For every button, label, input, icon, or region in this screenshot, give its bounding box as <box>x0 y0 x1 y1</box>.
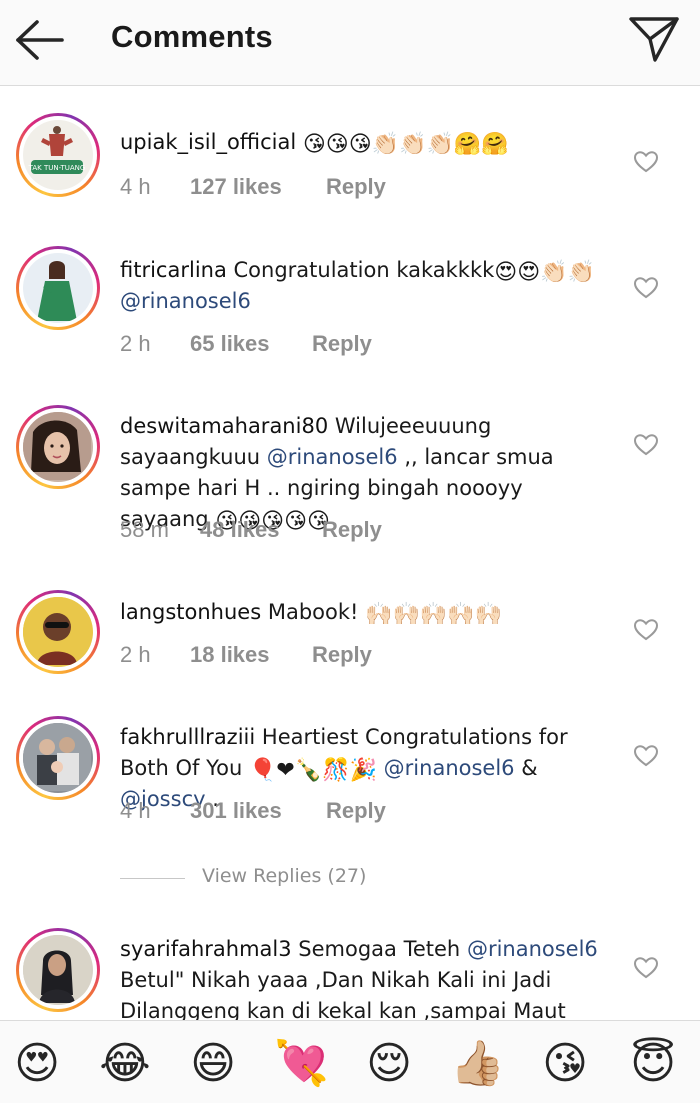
paper-plane-icon <box>629 17 679 62</box>
comment-emojis: 😘😘😘👏🏻👏🏻👏🏻🤗🤗 <box>302 132 509 157</box>
comment-username[interactable]: deswitamaharani80 <box>120 414 328 438</box>
emoji-quick-bar: 😍 😂 😄 💘 😌 👍🏼 😘 😇 <box>0 1020 700 1103</box>
view-replies-divider <box>120 878 185 879</box>
avatar[interactable] <box>16 246 100 330</box>
comment-likes[interactable]: 18 likes <box>190 640 270 670</box>
comment-body: Semogaa Teteh <box>298 937 461 961</box>
avatar[interactable] <box>16 716 100 800</box>
comment-time: 2 h <box>120 642 151 667</box>
comment-likes[interactable]: 48 likes <box>200 515 280 545</box>
arrow-left-icon <box>16 20 64 60</box>
comment-text: fitricarlina Congratulation kakakkkk😍😍👏🏻… <box>120 255 610 317</box>
view-replies-label: View Replies (27) <box>202 865 367 887</box>
heart-icon[interactable] <box>633 618 659 642</box>
comment-body: Mabook! <box>267 600 359 624</box>
heart-icon[interactable] <box>633 150 659 174</box>
comment-username[interactable]: langstonhues <box>120 600 261 624</box>
comment-username[interactable]: fitricarlina <box>120 258 227 282</box>
thumbs-up-emoji-icon[interactable]: 👍🏼 <box>450 1037 505 1091</box>
avatar-caption: TAK TUN-TUANG <box>28 164 86 172</box>
comment-text: upiak_isil_official 😘😘😘👏🏻👏🏻👏🏻🤗🤗 <box>120 127 610 158</box>
comment-time: 4 h <box>120 174 151 199</box>
mention-link[interactable]: @rinanosel6 <box>467 937 598 961</box>
heart-eyes-emoji-icon[interactable]: 😍 <box>10 1037 64 1091</box>
comment-and: & <box>521 756 538 780</box>
heart-icon[interactable] <box>633 433 659 457</box>
heart-icon[interactable] <box>633 956 659 980</box>
mention-link[interactable]: @rinanosel6 <box>267 445 398 469</box>
grinning-emoji-icon[interactable]: 😄 <box>186 1037 240 1091</box>
heart-icon[interactable] <box>633 276 659 300</box>
page-title: Comments <box>111 19 273 54</box>
comment-time: 2 h <box>120 331 151 356</box>
comment-username[interactable]: fakhrulllraziii <box>120 725 255 749</box>
mention-link[interactable]: @rinanosel6 <box>384 756 515 780</box>
comment-likes[interactable]: 65 likes <box>190 329 270 359</box>
avatar[interactable]: TAK TUN-TUANG <box>16 113 100 197</box>
reply-button[interactable]: Reply <box>326 796 386 826</box>
reply-button[interactable]: Reply <box>326 172 386 202</box>
kiss-emoji-icon[interactable]: 😘 <box>538 1037 592 1091</box>
avatar[interactable] <box>16 590 100 674</box>
comment-likes[interactable]: 127 likes <box>190 172 282 202</box>
send-button[interactable] <box>626 14 682 64</box>
comment-emojis: 🎈❤🍾🎊🎉 <box>248 758 377 783</box>
relieved-emoji-icon[interactable]: 😌 <box>362 1037 416 1091</box>
reply-button[interactable]: Reply <box>312 329 372 359</box>
comments-header: Comments <box>0 0 700 86</box>
avatar[interactable] <box>16 928 100 1012</box>
back-button[interactable] <box>12 18 68 62</box>
avatar[interactable] <box>16 405 100 489</box>
heart-arrow-emoji-icon[interactable]: 💘 <box>274 1037 329 1091</box>
tears-of-joy-emoji-icon[interactable]: 😂 <box>98 1037 152 1091</box>
comment-username[interactable]: upiak_isil_official <box>120 130 296 154</box>
comment-body: Congratulation kakakkkk <box>233 258 495 282</box>
reply-button[interactable]: Reply <box>322 515 382 545</box>
comment-emojis: 😍😍👏🏻👏🏻 <box>494 260 595 285</box>
comment-likes[interactable]: 301 likes <box>190 796 282 826</box>
mention-link[interactable]: @rinanosel6 <box>120 289 251 313</box>
comment-time: 4 h <box>120 798 151 823</box>
heart-icon[interactable] <box>633 744 659 768</box>
comment-username[interactable]: syarifahrahmal3 <box>120 937 292 961</box>
reply-button[interactable]: Reply <box>312 640 372 670</box>
comment-text: langstonhues Mabook! 🙌🏻🙌🏻🙌🏻🙌🏻🙌🏻 <box>120 597 610 628</box>
comment-time: 58 m <box>120 517 169 542</box>
comment-emojis: 🙌🏻🙌🏻🙌🏻🙌🏻🙌🏻 <box>365 602 503 627</box>
angel-emoji-icon[interactable]: 😇 <box>626 1037 680 1091</box>
view-replies-button[interactable]: View Replies (27) <box>120 864 420 894</box>
